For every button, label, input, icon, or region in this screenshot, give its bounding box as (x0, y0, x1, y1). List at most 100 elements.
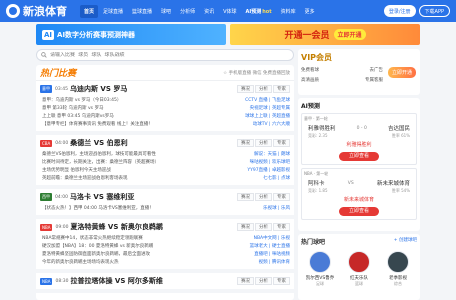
match-action-button[interactable]: 分析 (255, 223, 272, 231)
nav-item-database[interactable]: 资料库 (277, 5, 300, 18)
match-header[interactable]: CBA 04:00 桑德兰 VS 伯恩利 赛况 分析 专家 (40, 137, 290, 149)
stream-row[interactable]: 意甲：乌迪内斯 vs 罗马（今日03:45） CCTV 直播 | 飞鱼足球 (42, 96, 290, 104)
ai-card-vs: VS (347, 180, 354, 186)
nav-item-analyst[interactable]: 分析师 (176, 5, 199, 18)
match-actions: 赛况 分析 专家 (237, 277, 290, 285)
nav-item-home[interactable]: 首页 (80, 4, 99, 18)
stream-row[interactable]: 今年的新奥尔良鹈鹕主场场均表现火热 视频 | 腾讯体育 (42, 258, 290, 266)
nav-item-vball[interactable]: V体球 (219, 5, 240, 18)
vip-open-button[interactable]: 立即开通 (387, 67, 416, 78)
match-action-button[interactable]: 赛况 (237, 139, 254, 147)
match-title[interactable]: 夏洛特黄蜂 VS 新奥尔良鹈鹕 (70, 222, 234, 232)
match-action-button[interactable]: 专家 (273, 223, 290, 231)
match-action-button[interactable]: 赛况 (237, 193, 254, 201)
match-action-button[interactable]: 赛况 (237, 277, 254, 285)
stream-row[interactable]: 桑德兰VS伯恩利，主场迎战伯恩利，球技可能最具可看性 解说：天猫 | 朗球 (42, 150, 290, 158)
forum-item[interactable]: 红夫乐队 篮球 (342, 251, 376, 287)
hot-matches-panel: 热门比赛 ☆ 手机版直播 微信 免费直播回放 意甲 03:45 乌迪内斯 VS 罗马… (36, 65, 294, 300)
nav-item-basketball-live[interactable]: 篮球直播 (128, 5, 156, 18)
ai-card-home: 利雅得胜利 (308, 126, 336, 132)
match-action-button[interactable]: 分析 (255, 139, 272, 147)
vip-perk: 免费看球 (301, 68, 319, 73)
nav-item-news[interactable]: 资讯 (200, 5, 218, 18)
match-action-button[interactable]: 专家 (273, 139, 290, 147)
ai-card-vs: 0 - 0 (356, 125, 367, 131)
ai-card-league: 意甲 · 第一轮 (304, 116, 328, 121)
nav-item-football-live[interactable]: 足球直播 (99, 5, 127, 18)
stream-source[interactable]: 解说：天猫 | 朗球 (254, 151, 290, 157)
stream-row[interactable]: 英超前瞻：桑德兰主场迎战伯恩利客场表现 七七影 | 点球 (42, 174, 290, 182)
create-forum-link[interactable]: + 创建球吧 (394, 237, 417, 246)
match-action-button[interactable]: 分析 (255, 277, 272, 285)
match-header[interactable]: NBA 08:30 拉普拉塔体操 VS 阿尔多斯维 赛况 分析 专家 (40, 275, 290, 287)
forum-item[interactable]: 老季影视 综合 (381, 251, 415, 287)
match-header[interactable]: 西甲 04:00 马洛卡 VS 塞维利亚 赛况 分析 专家 (40, 191, 290, 203)
ai-predict-card[interactable]: 意甲 · 第一轮 利雅得胜利 0 - 0 吉达国民 竞彩: 2.35 胜率 61… (301, 113, 417, 165)
vip-perk: 去广告 (369, 68, 384, 73)
hot-matches-hint[interactable]: ☆ 手机版直播 微信 免费直播回放 (223, 70, 290, 76)
stream-source[interactable]: NBA中文网 | 乐视 (254, 235, 290, 241)
nav-item-ai-predict[interactable]: AI预测hot (242, 5, 276, 18)
vip-banner[interactable]: 开通一会员 立即开通 (230, 24, 420, 45)
ai-banner[interactable]: AI AI数字分析赛事预测神器 (36, 24, 226, 45)
stream-source[interactable]: 视频 | 腾讯体育 (259, 259, 290, 265)
stream-source[interactable]: CCTV 直播 | 飞鱼足球 (245, 97, 290, 103)
match-action-button[interactable]: 专家 (273, 277, 290, 285)
stream-row[interactable]: 比赛时间待定，长期关注，出赛：桑德兰阵容（英超赛场） 咪咕视频 | 欢乐球吧 (42, 158, 290, 166)
stream-source[interactable]: 直播吧 | 咪咕视频 (254, 251, 290, 257)
match-action-button[interactable]: 分析 (255, 85, 272, 93)
match-action-button[interactable]: 分析 (255, 193, 272, 201)
forum-info: 足球 (316, 281, 324, 286)
hot-badge: hot (262, 8, 272, 15)
match-action-button[interactable]: 专家 (273, 193, 290, 201)
match-title[interactable]: 马洛卡 VS 塞维利亚 (70, 192, 234, 202)
download-app-button[interactable]: 下载APP (418, 5, 450, 17)
match-header[interactable]: 意甲 03:45 乌迪内斯 VS 罗马 赛况 分析 专家 (40, 83, 290, 95)
login-button[interactable]: 登录/注册 (383, 5, 416, 17)
forum-item[interactable]: 凯尔西VS鲁乔 足球 (303, 251, 337, 287)
ai-banner-text: AI数字分析赛事预测神器 (57, 30, 136, 39)
ai-predict-card[interactable]: NBA · 第一轮 阿科卡 VS 新未来城体育 竞彩: 1.85 胜率 54% … (301, 168, 417, 220)
stream-row[interactable]: 上上联 意甲 03:45 乌迪内斯vs罗马 球球上上联 | 英超直播 (42, 112, 290, 120)
vip-banner-cta[interactable]: 立即开通 (333, 29, 366, 40)
stream-source[interactable]: 动球TV | 六六大顺 (253, 121, 290, 127)
match-card: NBA 09:00 夏洛特黄蜂 VS 新奥尔良鹈鹕 赛况 分析 专家 NBA常规赛中14，状… (36, 219, 294, 273)
top-nav: 新浪体育 首页 足球直播 篮球直播 球吧 分析师 资讯 V体球 AI预测hot … (0, 0, 456, 22)
match-action-button[interactable]: 赛况 (237, 85, 254, 93)
stream-row[interactable]: 【意甲专栏】体育赛事资讯 免费观看 线上！关注直播！ 动球TV | 六六大顺 (42, 120, 290, 128)
stream-row[interactable]: 夏洛特黄蜂坚固防御直面新奥尔良鹈鹕，最后全面进攻 直播吧 | 咪咕视频 (42, 250, 290, 258)
stream-row[interactable]: NBA常规赛中14，状态非常火热继续稳定领跑联赛 NBA中文网 | 乐视 (42, 234, 290, 242)
stream-source[interactable]: 篮球老大 | 硬士直播 (250, 243, 290, 249)
search-input[interactable] (50, 52, 250, 58)
stream-source[interactable]: 乐视球 | 乐风 (263, 205, 290, 211)
match-time: 09:00 (55, 224, 69, 230)
nav-item-forum[interactable]: 球吧 (157, 5, 175, 18)
match-time: 04:00 (55, 194, 68, 200)
hot-forums-list: 凯尔西VS鲁乔 足球 红夫乐队 篮球 老季影视 综合 (301, 251, 417, 287)
ai-card-rate: 胜率 54% (391, 188, 410, 193)
stream-row[interactable]: 主场优势明显 伯恩利今天主场迎战 YY97直播 | 卓越影视 (42, 166, 290, 174)
match-title[interactable]: 桑德兰 VS 伯恩利 (70, 138, 234, 148)
nav-item-more[interactable]: 更多 (301, 5, 319, 18)
match-header[interactable]: NBA 09:00 夏洛特黄蜂 VS 新奥尔良鹈鹕 赛况 分析 专家 (40, 221, 290, 233)
ai-card-rate: 胜率 61% (391, 133, 410, 138)
stream-source[interactable]: 球球上上联 | 英超直播 (245, 113, 290, 119)
stream-source[interactable]: 咪咕视频 | 欢乐球吧 (250, 159, 290, 165)
ai-card-view-button[interactable]: 立即查看 (339, 152, 379, 161)
stream-source[interactable]: 央视足球 | 英超专属 (250, 105, 290, 111)
stream-source[interactable]: YY97直播 | 卓越影视 (247, 167, 290, 173)
stream-row[interactable]: 硬汉加盟【NBA】18：00 夏洛特黄蜂 vs 新奥尔良鹈鹕 篮球老大 | 硬士直… (42, 242, 290, 250)
match-title[interactable]: 拉普拉塔体操 VS 阿尔多斯维 (70, 276, 234, 286)
match-title[interactable]: 乌迪内斯 VS 罗马 (70, 84, 234, 94)
site-logo[interactable]: 新浪体育 (6, 3, 80, 19)
ai-predict-title: AI预测 (301, 103, 320, 110)
vip-banner-text: 开通一会员 (284, 31, 330, 41)
ai-card-view-button[interactable]: 立即查看 (339, 207, 379, 216)
match-list: 意甲 03:45 乌迪内斯 VS 罗马 赛况 分析 专家 意甲：乌迪内斯 vs 罗马（今日0… (36, 81, 294, 293)
nav-actions: 登录/注册 下载APP (383, 5, 450, 17)
stream-row[interactable]: 意甲 第33轮 乌迪内斯 vs 罗马 央视足球 | 英超专属 (42, 104, 290, 112)
match-action-button[interactable]: 赛况 (237, 223, 254, 231)
stream-row[interactable]: 【状态火热！】西甲 04:00 马洛卡VS塞维利亚，直播！ 乐视球 | 乐风 (42, 204, 290, 212)
stream-source[interactable]: 七七影 | 点球 (263, 175, 290, 181)
match-action-button[interactable]: 专家 (273, 85, 290, 93)
